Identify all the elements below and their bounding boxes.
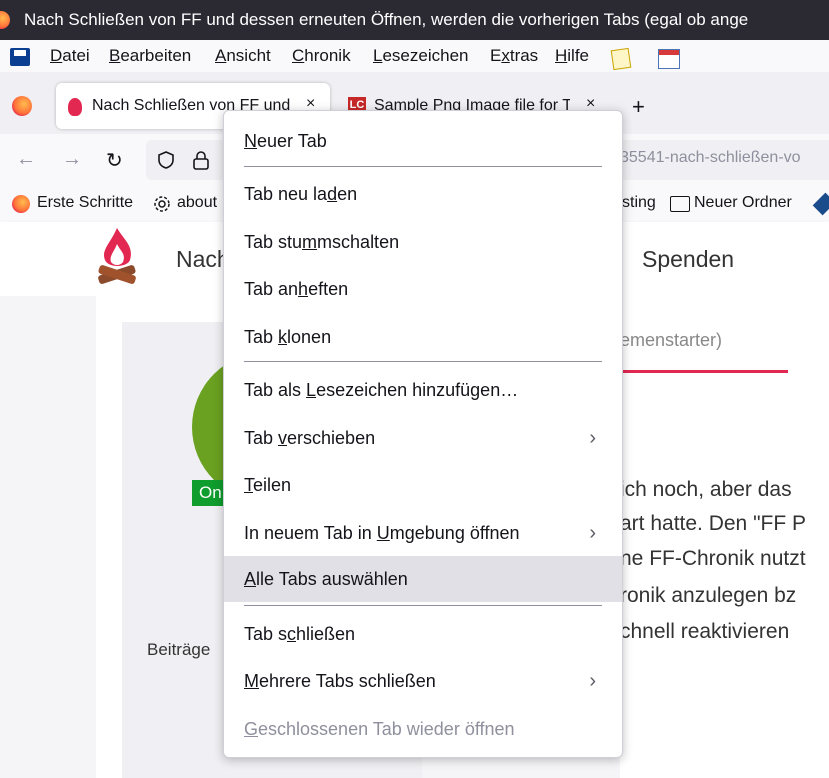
ctx-tab-anheften[interactable]: Tab anheften <box>224 266 622 312</box>
menu-separator <box>244 361 602 362</box>
forward-icon[interactable]: → <box>62 148 82 171</box>
menu-lesezeichen[interactable]: Lesezeichen <box>373 44 468 68</box>
menubar: Datei Bearbeiten Ansicht Chronik Lesezei… <box>0 40 829 72</box>
ctx-tab-schliessen[interactable]: Tab schließen <box>224 611 622 657</box>
firefox-view-icon[interactable] <box>12 96 32 116</box>
menu-ansicht[interactable]: Ansicht <box>215 44 271 68</box>
ctx-neuer-tab[interactable]: Neuer Tab <box>224 118 622 164</box>
notepad-icon[interactable] <box>610 47 632 71</box>
post-text-line: ich noch, aber das <box>620 478 792 501</box>
bookmark-erste-schritte[interactable]: Erste Schritte <box>37 194 133 212</box>
window-titlebar: Nach Schließen von FF und dessen erneute… <box>0 0 829 40</box>
floppy-disk-icon[interactable] <box>10 48 30 66</box>
chevron-right-icon: › <box>589 670 596 692</box>
chevron-right-icon: › <box>589 427 596 449</box>
firefox-icon <box>12 195 30 213</box>
menu-separator <box>244 605 602 606</box>
menu-hilfe[interactable]: Hilfe <box>555 44 589 68</box>
ctx-tab-in-umgebung[interactable]: In neuem Tab in Umgebung öffnen › <box>224 510 622 556</box>
post-text-line: ne FF-Chronik nutzt <box>620 547 806 570</box>
site-nav-nach[interactable]: Nach <box>176 246 230 273</box>
back-icon[interactable]: ← <box>16 148 36 171</box>
campfire-logo-icon[interactable] <box>96 226 138 286</box>
reload-icon[interactable]: ↻ <box>106 148 123 173</box>
ctx-alle-tabs-auswaehlen[interactable]: Alle Tabs auswählen <box>224 556 622 602</box>
beitraege-label: Beiträge <box>147 640 211 659</box>
ctx-lesezeichen-hinzufuegen[interactable]: Tab als Lesezeichen hinzufügen… <box>224 367 622 413</box>
bookmark-hosting[interactable]: sting <box>622 194 656 212</box>
post-text-line: ronik anzulegen bz <box>620 584 797 607</box>
menu-bearbeiten[interactable]: Bearbeiten <box>109 44 191 68</box>
ctx-mehrere-tabs-schliessen[interactable]: Mehrere Tabs schließen › <box>224 658 622 704</box>
menu-separator <box>244 166 602 167</box>
lock-icon[interactable] <box>192 150 210 170</box>
bookmark-about[interactable]: about <box>177 194 217 212</box>
bookmark-neuer-ordner[interactable]: Neuer Ordner <box>694 194 792 212</box>
chevron-right-icon: › <box>589 522 596 544</box>
extension-icon[interactable] <box>812 192 829 216</box>
ctx-tab-stummschalten[interactable]: Tab stummschalten <box>224 219 622 265</box>
menu-datei[interactable]: Datei <box>50 44 90 68</box>
calendar-icon[interactable] <box>658 49 680 69</box>
gear-icon <box>154 196 170 212</box>
shield-icon[interactable] <box>156 150 176 170</box>
folder-icon <box>670 196 690 212</box>
ctx-teilen[interactable]: Teilen <box>224 462 622 508</box>
ctx-geschlossenen-tab-oeffnen: Geschlossenen Tab wieder öffnen <box>244 719 515 739</box>
post-content <box>620 296 829 778</box>
flame-favicon-icon <box>68 98 82 116</box>
url-text[interactable]: 35541-nach-schließen-vo <box>620 149 801 167</box>
post-text-line: art hatte. Den "FF P <box>620 512 807 535</box>
window-title: Nach Schließen von FF und dessen erneute… <box>24 10 749 29</box>
ctx-tab-neu-laden[interactable]: Tab neu laden <box>224 171 622 217</box>
new-tab-plus-icon[interactable]: + <box>632 94 645 120</box>
site-nav-spenden[interactable]: Spenden <box>642 246 734 273</box>
tab-underline <box>620 370 788 373</box>
ctx-tab-klonen[interactable]: Tab klonen <box>224 314 622 360</box>
firefox-icon <box>0 11 10 29</box>
tab-context-menu: Neuer Tab Tab neu laden Tab stummschalte… <box>223 110 623 758</box>
menu-chronik[interactable]: Chronik <box>292 44 351 68</box>
menu-extras[interactable]: Extras <box>490 44 538 68</box>
ctx-tab-verschieben[interactable]: Tab verschieben › <box>224 415 622 461</box>
post-text-line: chnell reaktivieren <box>620 620 790 643</box>
thread-starter-tab[interactable]: emenstarter) <box>620 330 722 351</box>
